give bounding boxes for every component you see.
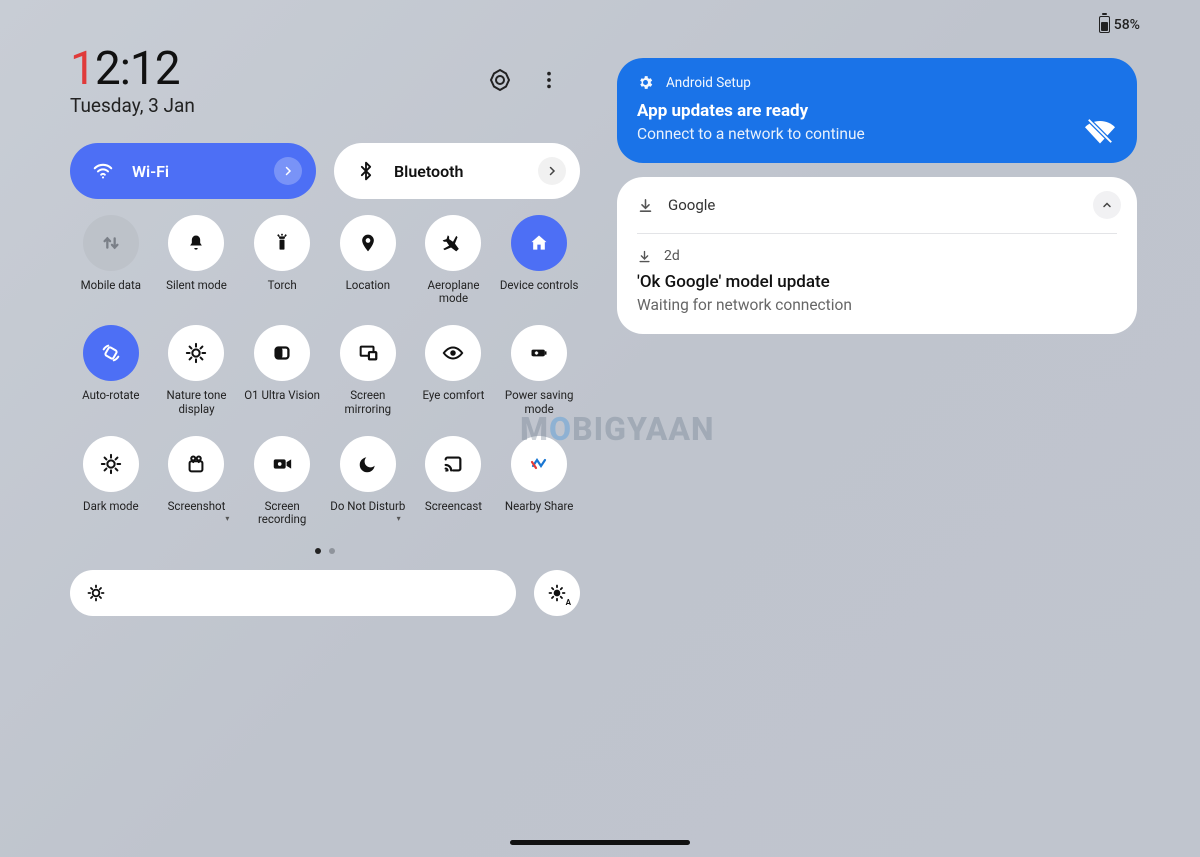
brightness-slider[interactable] [70, 570, 516, 616]
status-bar: 58% [1099, 16, 1140, 33]
torch-icon [254, 215, 310, 271]
chevron-down-icon: ▾ [397, 514, 401, 523]
notification-title: App updates are ready [637, 101, 1117, 121]
wifi-expand[interactable] [274, 157, 302, 185]
auto-rotate-icon [83, 325, 139, 381]
tile-location[interactable]: Location [327, 215, 409, 305]
tile-screencast[interactable]: Screencast [413, 436, 495, 526]
collapse-button[interactable] [1093, 191, 1121, 219]
moon-icon [340, 436, 396, 492]
eye-icon [425, 325, 481, 381]
tile-mobile-data[interactable]: Mobile data [70, 215, 152, 305]
clock-date: Tuesday, 3 Jan [70, 94, 195, 117]
tile-nearby-share[interactable]: Nearby Share [498, 436, 580, 526]
page-dot-1 [315, 548, 321, 554]
battery-icon [1099, 16, 1110, 33]
tile-screen-recording[interactable]: Screen recording [241, 436, 323, 526]
screenshot-icon [168, 436, 224, 492]
cast-icon [425, 436, 481, 492]
battery-saver-icon [511, 325, 567, 381]
chevron-down-icon: ▾ [225, 514, 229, 523]
aeroplane-icon [425, 215, 481, 271]
mobile-data-icon [83, 215, 139, 271]
battery-percent: 58% [1114, 17, 1140, 33]
bluetooth-label: Bluetooth [394, 162, 463, 181]
tile-device-controls[interactable]: Device controls [498, 215, 580, 305]
download-icon [637, 249, 652, 264]
bluetooth-icon [356, 161, 376, 181]
tile-torch[interactable]: Torch [241, 215, 323, 305]
tile-o1-ultra-vision[interactable]: O1 Ultra Vision [241, 325, 323, 415]
clock: 12:12 [70, 42, 195, 96]
divider [637, 233, 1117, 234]
bluetooth-toggle[interactable]: Bluetooth [334, 143, 580, 199]
tile-screenshot[interactable]: Screenshot ▾ [156, 436, 238, 526]
tile-eye-comfort[interactable]: Eye comfort [413, 325, 495, 415]
home-icon [511, 215, 567, 271]
tile-auto-rotate[interactable]: Auto-rotate [70, 325, 152, 415]
page-dot-2 [329, 548, 335, 554]
auto-brightness-button[interactable]: A [534, 570, 580, 616]
brightness-icon [86, 583, 106, 603]
tile-aeroplane-mode[interactable]: Aeroplane mode [413, 215, 495, 305]
display-split-icon [254, 325, 310, 381]
tile-nature-tone[interactable]: Nature tone display [156, 325, 238, 415]
download-icon [637, 197, 654, 214]
notification-app-name: Google [668, 196, 715, 214]
record-icon [254, 436, 310, 492]
quick-settings-panel: 12:12 Tuesday, 3 Jan Wi-Fi [70, 42, 580, 616]
screen-mirror-icon [340, 325, 396, 381]
tile-power-saving[interactable]: Power saving mode [498, 325, 580, 415]
tile-do-not-disturb[interactable]: Do Not Disturb ▾ [327, 436, 409, 526]
bell-icon [168, 215, 224, 271]
wifi-off-icon [1085, 116, 1115, 146]
nav-handle[interactable] [510, 840, 690, 845]
notification-panel: Android Setup App updates are ready Conn… [617, 58, 1137, 334]
tile-silent-mode[interactable]: Silent mode [156, 215, 238, 305]
notification-age: 2d [664, 248, 680, 264]
notification-google[interactable]: Google 2d 'Ok Google' model update Waiti… [617, 177, 1137, 334]
notification-subtitle: Waiting for network connection [637, 296, 1117, 314]
wifi-toggle[interactable]: Wi-Fi [70, 143, 316, 199]
gear-icon [637, 74, 654, 91]
clock-hour-first: 1 [70, 42, 95, 96]
sun-icon [168, 325, 224, 381]
location-icon [340, 215, 396, 271]
wifi-label: Wi-Fi [132, 162, 169, 181]
notification-title: 'Ok Google' model update [637, 272, 1117, 292]
notification-app-name: Android Setup [666, 75, 751, 91]
settings-icon[interactable] [488, 68, 512, 92]
tile-screen-mirroring[interactable]: Screen mirroring [327, 325, 409, 415]
wifi-icon [92, 160, 114, 182]
page-indicator [70, 548, 580, 554]
clock-rest: 2:12 [95, 42, 180, 96]
sun-outline-icon [83, 436, 139, 492]
more-icon[interactable] [538, 69, 560, 91]
notification-subtitle: Connect to a network to continue [637, 125, 1117, 143]
notification-android-setup[interactable]: Android Setup App updates are ready Conn… [617, 58, 1137, 163]
bluetooth-expand[interactable] [538, 157, 566, 185]
nearby-share-icon [511, 436, 567, 492]
tile-dark-mode[interactable]: Dark mode [70, 436, 152, 526]
